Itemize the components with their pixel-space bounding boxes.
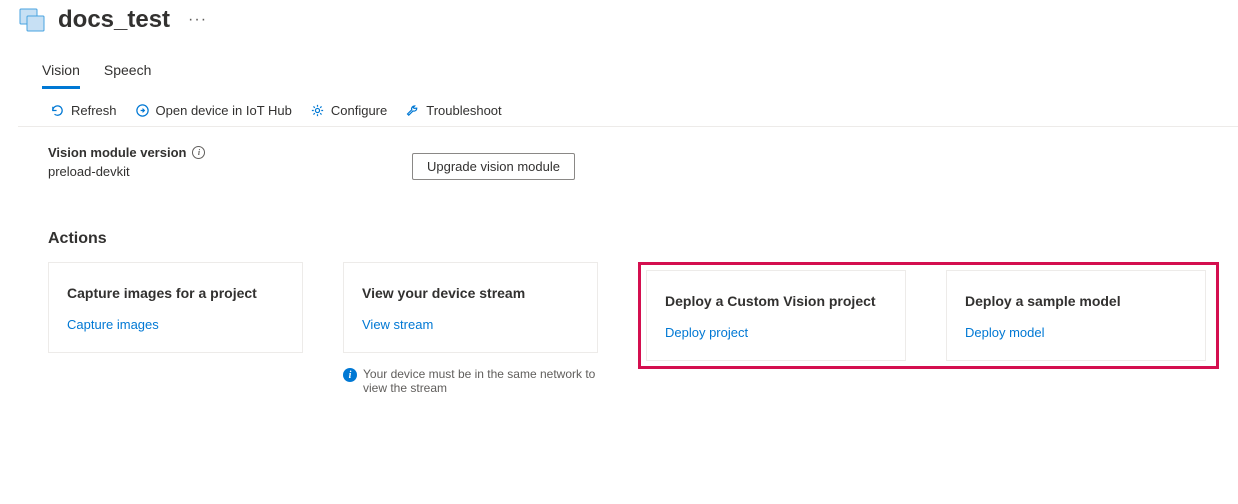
deploy-highlight: Deploy a Custom Vision project Deploy pr… — [638, 262, 1219, 369]
view-stream-link[interactable]: View stream — [362, 317, 579, 332]
card-capture-images: Capture images for a project Capture ima… — [48, 262, 303, 353]
capture-images-link[interactable]: Capture images — [67, 317, 284, 332]
refresh-label: Refresh — [71, 103, 117, 118]
stream-network-hint: i Your device must be in the same networ… — [343, 367, 598, 395]
page-header: docs_test ··· — [18, 6, 1238, 50]
troubleshoot-button[interactable]: Troubleshoot — [405, 103, 501, 118]
page-title: docs_test — [58, 6, 170, 34]
toolbar: Refresh Open device in IoT Hub Configure — [18, 93, 1238, 127]
tabs-bar: Vision Speech — [18, 56, 1238, 89]
module-version-value: preload-devkit — [48, 164, 388, 179]
actions-section-title: Actions — [48, 230, 1208, 248]
card-title: View your device stream — [362, 285, 579, 301]
wrench-icon — [405, 103, 420, 118]
module-version-label: Vision module version i — [48, 145, 388, 160]
upgrade-vision-module-button[interactable]: Upgrade vision module — [412, 153, 575, 180]
card-title: Deploy a Custom Vision project — [665, 293, 887, 309]
card-deploy-custom-vision: Deploy a Custom Vision project Deploy pr… — [646, 270, 906, 361]
gear-icon — [310, 103, 325, 118]
arrow-right-circle-icon — [135, 103, 150, 118]
refresh-button[interactable]: Refresh — [50, 103, 117, 118]
configure-button[interactable]: Configure — [310, 103, 387, 118]
deploy-model-link[interactable]: Deploy model — [965, 325, 1187, 340]
open-iot-hub-label: Open device in IoT Hub — [156, 103, 292, 118]
card-view-stream: View your device stream View stream — [343, 262, 598, 353]
resource-icon — [18, 6, 46, 34]
open-iot-hub-button[interactable]: Open device in IoT Hub — [135, 103, 292, 118]
module-version-row: Vision module version i preload-devkit U… — [48, 145, 1208, 180]
hint-text: Your device must be in the same network … — [363, 367, 598, 395]
tab-vision[interactable]: Vision — [42, 56, 80, 89]
info-icon: i — [343, 368, 357, 382]
module-version-label-text: Vision module version — [48, 145, 186, 160]
refresh-icon — [50, 103, 65, 118]
card-deploy-sample-model: Deploy a sample model Deploy model — [946, 270, 1206, 361]
configure-label: Configure — [331, 103, 387, 118]
more-button[interactable]: ··· — [182, 11, 213, 29]
troubleshoot-label: Troubleshoot — [426, 103, 501, 118]
card-title: Capture images for a project — [67, 285, 284, 301]
tab-speech[interactable]: Speech — [104, 56, 151, 89]
card-title: Deploy a sample model — [965, 293, 1187, 309]
deploy-project-link[interactable]: Deploy project — [665, 325, 887, 340]
info-icon[interactable]: i — [192, 146, 205, 159]
